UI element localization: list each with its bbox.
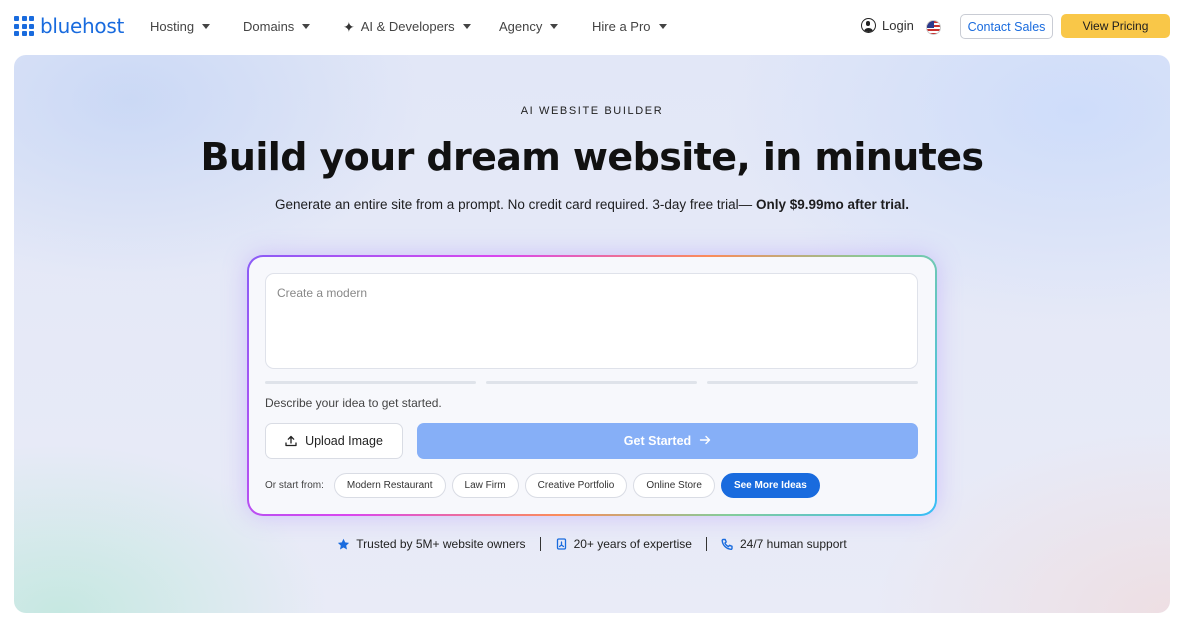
nav-item-ai-developers[interactable]: ✦ AI & Developers bbox=[343, 19, 471, 34]
progress-segment bbox=[486, 381, 697, 384]
trust-label: 20+ years of expertise bbox=[573, 537, 692, 551]
see-more-ideas-button[interactable]: See More Ideas bbox=[720, 473, 820, 498]
view-pricing-button[interactable]: View Pricing bbox=[1061, 14, 1170, 38]
top-nav: bluehost Hosting Domains ✦ AI & Develope… bbox=[0, 0, 1183, 55]
trust-strip: Trusted by 5M+ website owners 20+ years … bbox=[14, 537, 1170, 551]
hero-subline-price: Only $9.99mo after trial. bbox=[755, 197, 910, 212]
caret-down-icon bbox=[550, 24, 559, 29]
progress-segment bbox=[265, 381, 476, 384]
nav-item-domains[interactable]: Domains bbox=[243, 19, 311, 34]
nav-item-label: Hire a Pro bbox=[592, 19, 651, 34]
certificate-icon bbox=[555, 537, 568, 551]
bluehost-logo[interactable]: bluehost bbox=[14, 14, 124, 38]
upload-image-button[interactable]: Upload Image bbox=[265, 423, 403, 459]
caret-down-icon bbox=[302, 24, 311, 29]
trust-label: Trusted by 5M+ website owners bbox=[356, 537, 526, 551]
login-link[interactable]: Login bbox=[861, 18, 914, 33]
ideas-label: Or start from: bbox=[265, 480, 324, 491]
trust-divider bbox=[539, 537, 541, 551]
prompt-card: Describe your idea to get started. Uploa… bbox=[247, 255, 937, 516]
hero-subline-text: Generate an entire site from a prompt. N… bbox=[274, 197, 753, 212]
star-icon bbox=[337, 538, 350, 551]
prompt-card-body: Describe your idea to get started. Uploa… bbox=[249, 257, 935, 514]
nav-item-label: AI & Developers bbox=[360, 19, 455, 34]
login-label: Login bbox=[882, 18, 914, 33]
trust-divider bbox=[705, 537, 707, 551]
prompt-hint: Describe your idea to get started. bbox=[265, 396, 442, 410]
nav-item-hosting[interactable]: Hosting bbox=[150, 19, 211, 34]
get-started-label: Get Started bbox=[623, 434, 692, 448]
nav-item-hire-a-pro[interactable]: Hire a Pro bbox=[592, 19, 667, 34]
phone-icon bbox=[721, 538, 734, 551]
sparkle-icon: ✦ bbox=[343, 18, 355, 35]
idea-chip-law-firm[interactable]: Law Firm bbox=[451, 473, 519, 498]
user-icon bbox=[861, 18, 876, 33]
nav-item-label: Agency bbox=[499, 19, 543, 34]
progress-segment bbox=[707, 381, 918, 384]
prompt-input[interactable] bbox=[265, 273, 918, 369]
get-started-button[interactable]: Get Started bbox=[417, 423, 918, 459]
trust-label: 24/7 human support bbox=[739, 537, 847, 551]
upload-image-label: Upload Image bbox=[305, 434, 383, 448]
caret-down-icon bbox=[658, 24, 667, 29]
arrow-right-icon bbox=[699, 434, 711, 449]
upload-icon bbox=[285, 435, 297, 447]
idea-chip-modern-restaurant[interactable]: Modern Restaurant bbox=[333, 473, 446, 498]
nav-item-label: Domains bbox=[243, 19, 295, 34]
hero-eyebrow: AI WEBSITE BUILDER bbox=[520, 105, 664, 117]
trust-item-expertise: 20+ years of expertise bbox=[555, 537, 692, 551]
idea-chips: Or start from: Modern Restaurant Law Fir… bbox=[265, 473, 820, 498]
contact-sales-button[interactable]: Contact Sales bbox=[960, 14, 1053, 39]
hero-headline: Build your dream website, in minutes bbox=[200, 135, 985, 179]
nav-item-agency[interactable]: Agency bbox=[499, 19, 559, 34]
trust-item-support: 24/7 human support bbox=[721, 537, 847, 551]
caret-down-icon bbox=[202, 24, 211, 29]
idea-chip-creative-portfolio[interactable]: Creative Portfolio bbox=[524, 473, 628, 498]
hero-subline: Generate an entire site from a prompt. N… bbox=[14, 197, 1170, 212]
logo-text: bluehost bbox=[40, 14, 125, 38]
logo-grid-icon bbox=[14, 16, 34, 36]
prompt-progress bbox=[265, 381, 918, 384]
idea-chip-online-store[interactable]: Online Store bbox=[633, 473, 715, 498]
us-flag-icon[interactable] bbox=[926, 20, 941, 35]
trust-item-owners: Trusted by 5M+ website owners bbox=[337, 537, 526, 551]
caret-down-icon bbox=[462, 24, 471, 29]
nav-item-label: Hosting bbox=[150, 19, 195, 34]
hero-section: AI WEBSITE BUILDER Build your dream webs… bbox=[14, 55, 1170, 613]
